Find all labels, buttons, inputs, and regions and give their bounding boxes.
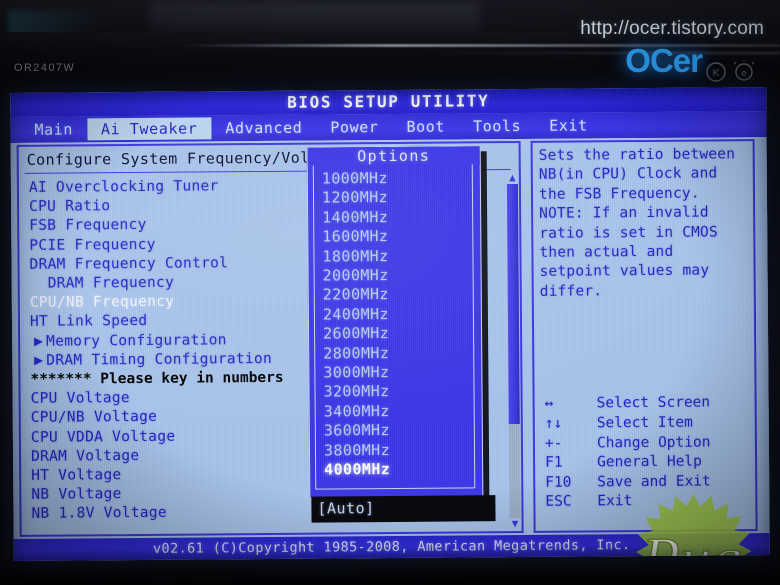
- key-legend-key: F10: [545, 474, 572, 491]
- dropdown-option[interactable]: 1600MHz: [322, 227, 470, 248]
- key-legend: ↔ Select Screen ↑↓ Select Item +- Change Opti…: [541, 394, 752, 513]
- dropdown-option[interactable]: 2000MHz: [323, 265, 471, 286]
- settings-scrollbar[interactable]: ▲ ▼: [506, 171, 522, 530]
- monitor-model-label: OR2407W: [14, 62, 76, 74]
- key-legend-desc: Exit: [597, 493, 633, 510]
- dropdown-option[interactable]: 1800MHz: [322, 246, 470, 267]
- dropdown-option[interactable]: 1000MHz: [322, 168, 470, 189]
- dropdown-option[interactable]: 3200MHz: [323, 382, 471, 403]
- key-legend-key: ↔: [544, 396, 554, 413]
- site-url-watermark: http://ocer.tistory.com: [580, 18, 764, 39]
- screenshot-root: OR2407W http://ocer.tistory.com OCer K e…: [0, 0, 780, 585]
- monitor-screen: BIOS SETUP UTILITY Main Ai Tweaker Advan…: [10, 87, 770, 561]
- tab-exit[interactable]: Exit: [535, 114, 602, 137]
- dropdown-option[interactable]: 3800MHz: [324, 440, 472, 461]
- submenu-arrow-icon: ▶: [34, 333, 44, 350]
- help-text: Sets the ratio between NB(in CPU) Clock …: [538, 146, 736, 300]
- certification-marks-icon: K e: [706, 60, 755, 82]
- tab-power[interactable]: Power: [316, 116, 392, 139]
- options-dropdown[interactable]: Options 1000MHz 1200MHz 1400MHz 1600MHz 1800…: [306, 145, 484, 499]
- scrollbar-thumb[interactable]: [506, 183, 520, 425]
- dropdown-option-list[interactable]: 1000MHz 1200MHz 1400MHz 1600MHz 1800MHz 2000M…: [322, 168, 472, 480]
- key-legend-row: +- Change Option: [541, 433, 751, 454]
- key-legend-row: ESC Exit: [541, 492, 751, 513]
- dropdown-option[interactable]: 1400MHz: [322, 207, 470, 228]
- dropdown-option[interactable]: 2800MHz: [323, 343, 471, 364]
- key-legend-desc: Change Option: [596, 434, 711, 452]
- key-legend-row: F10 Save and Exit: [541, 472, 751, 493]
- scrollbar-track[interactable]: [506, 183, 521, 519]
- key-legend-row: ↑↓ Select Item: [541, 413, 751, 434]
- key-legend-row: F1 General Help: [541, 452, 751, 473]
- scroll-down-arrow-icon[interactable]: ▼: [510, 517, 521, 530]
- tab-main[interactable]: Main: [20, 118, 87, 141]
- submenu-arrow-icon: ▶: [34, 352, 44, 369]
- dropdown-option[interactable]: 1200MHz: [322, 188, 470, 209]
- tab-tools[interactable]: Tools: [459, 115, 535, 138]
- panel-heading: Configure System Frequency/Voltage: [26, 148, 348, 169]
- bezel-specular-highlight-2: [420, 52, 780, 54]
- dropdown-option[interactable]: 4000MHz: [324, 459, 472, 480]
- key-legend-row: ↔ Select Screen: [541, 394, 751, 415]
- tab-ai-tweaker[interactable]: Ai Tweaker: [86, 117, 212, 141]
- help-panel: Sets the ratio between NB(in CPU) Clock …: [530, 139, 758, 533]
- key-legend-desc: Select Screen: [596, 394, 711, 412]
- key-legend-key: ESC: [545, 493, 572, 511]
- dropdown-option[interactable]: 3000MHz: [323, 362, 471, 383]
- tab-boot[interactable]: Boot: [392, 115, 459, 138]
- key-legend-key: F1: [545, 454, 563, 472]
- tab-advanced[interactable]: Advanced: [211, 117, 316, 140]
- key-legend-key: +-: [544, 435, 563, 452]
- key-legend-desc: Save and Exit: [597, 473, 711, 491]
- svg-text:K: K: [713, 68, 720, 79]
- svg-text:e: e: [741, 68, 746, 78]
- dropdown-title: Options: [307, 146, 480, 166]
- site-logo-watermark: OCer: [625, 42, 703, 79]
- dropdown-option[interactable]: 2600MHz: [323, 324, 471, 345]
- dropdown-option[interactable]: 3600MHz: [324, 421, 472, 442]
- key-legend-desc: Select Item: [596, 414, 693, 432]
- key-legend-desc: General Help: [597, 453, 702, 471]
- settings-item-label: Memory Configuration: [46, 331, 227, 350]
- dropdown-title-text: Options: [349, 146, 439, 166]
- dropdown-option[interactable]: 2200MHz: [323, 285, 471, 306]
- current-value-field[interactable]: [Auto]: [317, 499, 374, 517]
- settings-item-label: DRAM Timing Configuration: [46, 350, 273, 369]
- scroll-up-arrow-icon[interactable]: ▲: [507, 171, 518, 184]
- dropdown-option[interactable]: 2400MHz: [323, 304, 471, 325]
- dropdown-option[interactable]: 3400MHz: [324, 401, 472, 422]
- key-legend-key: ↑↓: [544, 415, 563, 432]
- monitor-bezel-bottom: [0, 556, 780, 585]
